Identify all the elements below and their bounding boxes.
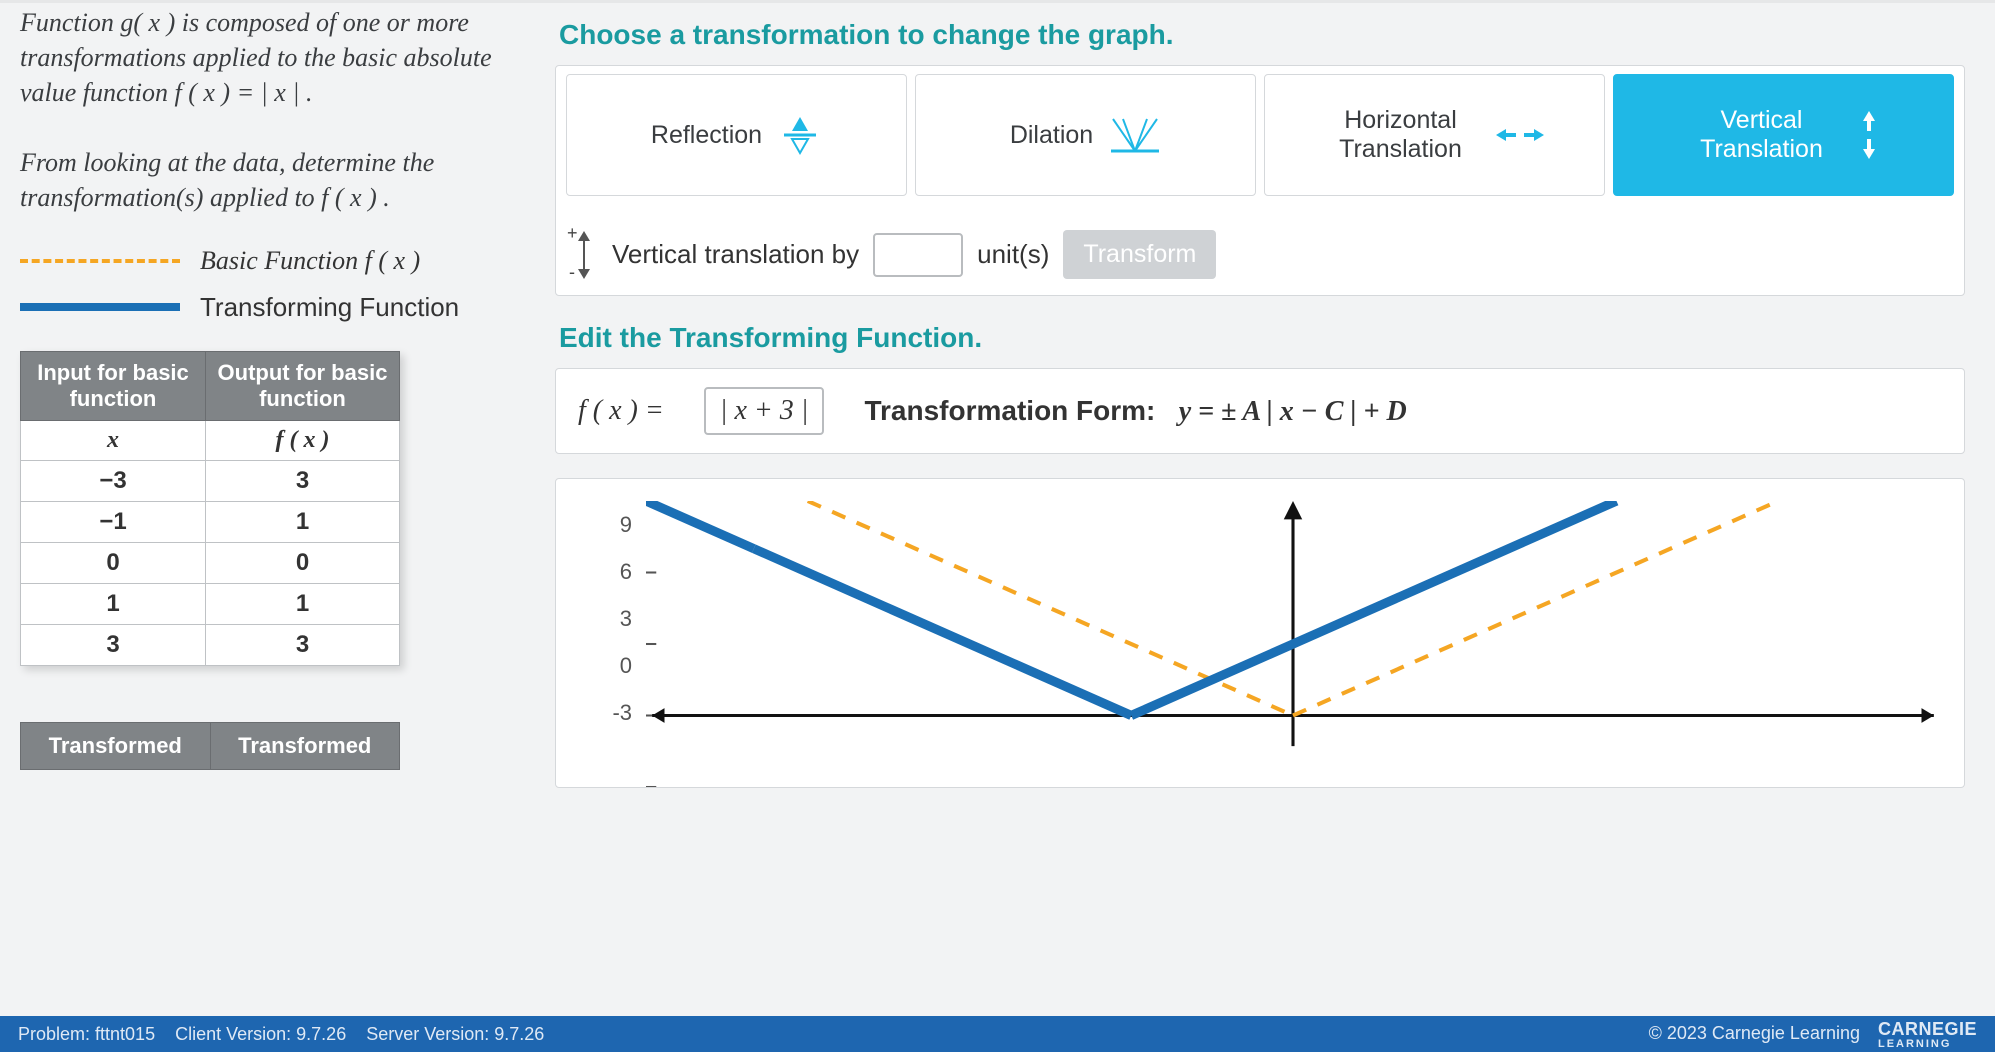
basic-function-table: Input for basic function Output for basi… [20,351,400,666]
plus-minus-arrow-icon [572,231,598,279]
tab-label: Reflection [651,121,762,150]
transformed-table: Transformed Transformed [20,722,400,770]
table-subheader: x [21,420,206,460]
table-row: −33 [21,460,400,501]
table-header: Transformed [210,722,400,769]
table-row: −11 [21,501,400,542]
legend: Basic Function f ( x ) Transforming Func… [20,246,525,323]
vertical-translation-controls: Vertical translation by unit(s) Transfor… [566,222,1954,285]
footer-problem-id: Problem: fttnt015 [18,1024,155,1044]
unit-label: unit(s) [977,239,1049,270]
brand-logo: CARNEGIE LEARNING [1878,1019,1977,1049]
control-label: Vertical translation by [612,239,859,270]
tab-reflection[interactable]: Reflection [566,74,907,196]
table-subheader: f ( x ) [206,420,400,460]
tab-vertical-translation[interactable]: Vertical Translation [1613,74,1954,196]
tf-form-label: Transformation Form: [864,395,1155,426]
transformation-panel: Reflection Dilation [555,65,1965,296]
tab-dilation[interactable]: Dilation [915,74,1256,196]
dashed-line-swatch [20,259,180,263]
footer-copyright: © 2023 Carnegie Learning [1649,1023,1860,1044]
problem-text: Function g( x ) is composed of one or mo… [20,5,525,216]
tab-label: Horizontal Translation [1326,106,1476,164]
table-row: 00 [21,542,400,583]
legend-transforming-label: Transforming Function [200,292,459,323]
tab-horizontal-translation[interactable]: Horizontal Translation [1264,74,1605,196]
edit-title: Edit the Transforming Function. [559,322,1965,354]
footer-client-version: Client Version: 9.7.26 [175,1024,346,1044]
legend-basic-label: Basic Function f ( x ) [200,246,420,276]
fx-label: f ( x ) = [578,395,664,427]
y-axis-ticks: 9 6 3 0 -3 [598,501,632,787]
graph-panel: 9 6 3 0 -3 [555,478,1965,788]
legend-basic: Basic Function f ( x ) [20,246,525,276]
footer-bar: Problem: fttnt015 Client Version: 9.7.26… [0,1016,1995,1052]
legend-transforming: Transforming Function [20,292,525,323]
table-row: 11 [21,583,400,624]
dilation-icon [1109,115,1161,155]
translation-amount-input[interactable] [873,233,963,277]
reflection-icon [778,113,822,157]
edit-function-panel: f ( x ) = | x + 3 | Transformation Form:… [555,368,1965,454]
solid-line-swatch [20,303,180,311]
footer-server-version: Server Version: 9.7.26 [366,1024,544,1044]
horizontal-arrows-icon [1496,123,1544,147]
tab-label: Vertical Translation [1687,106,1837,164]
table-row: 33 [21,624,400,665]
tab-label: Dilation [1010,121,1093,150]
function-expression-input[interactable]: | x + 3 | [704,387,825,435]
tf-form: y = ± A | x − C | + D [1179,396,1407,427]
transform-button[interactable]: Transform [1063,230,1216,279]
plot-area [646,501,1940,787]
table-header: Input for basic function [21,351,206,420]
table-header: Output for basic function [206,351,400,420]
vertical-arrows-icon [1857,111,1881,159]
table-header: Transformed [21,722,211,769]
choose-title: Choose a transformation to change the gr… [559,19,1965,51]
